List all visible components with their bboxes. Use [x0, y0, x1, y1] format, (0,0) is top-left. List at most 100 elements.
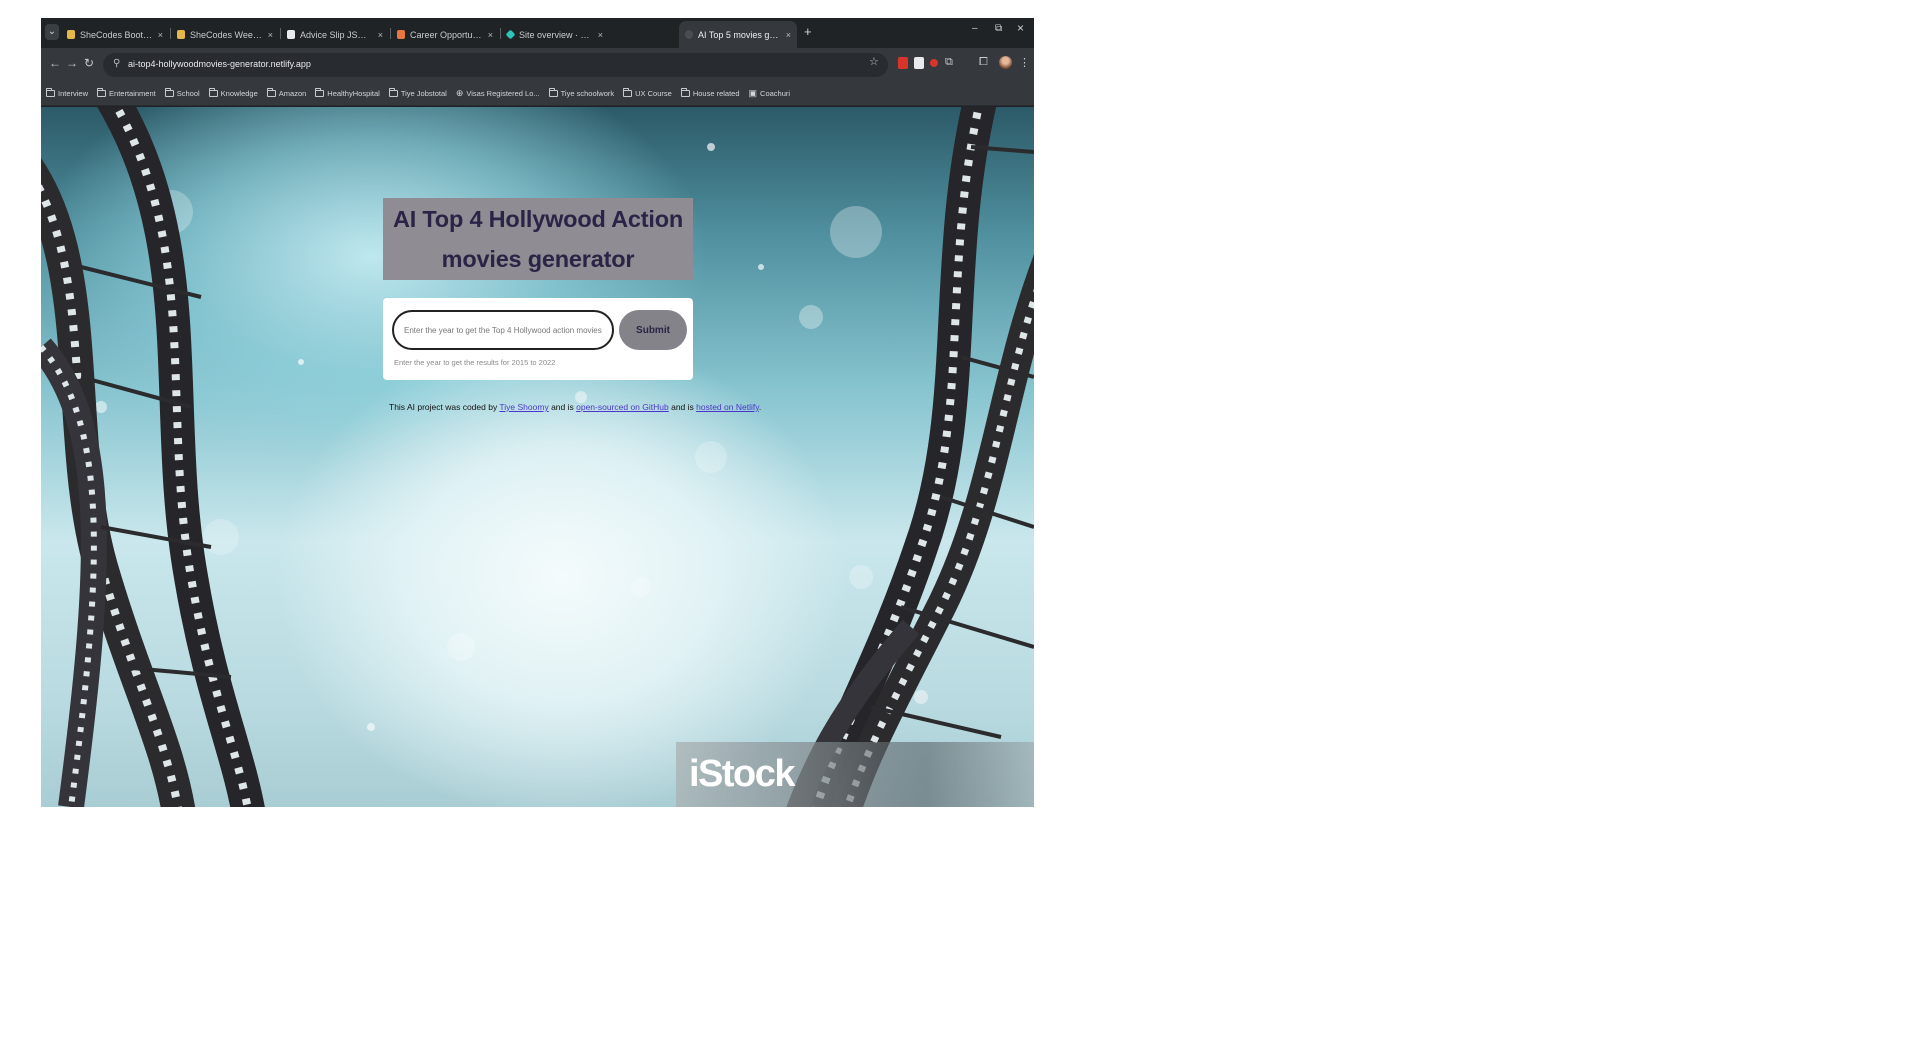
shecodes-favicon-icon [177, 30, 185, 39]
github-link[interactable]: open-sourced on GitHub [576, 402, 669, 412]
right-film-reel [786, 107, 1034, 807]
folder-icon [97, 88, 107, 97]
document-favicon-icon [287, 30, 295, 39]
tab-career-opportunities[interactable]: Career Opportunities | SheCodes × [391, 21, 499, 48]
shecodes-favicon-icon [397, 30, 405, 39]
bookmark-label: HealthyHospital [327, 89, 380, 98]
folder-icon [315, 88, 325, 97]
shecodes-favicon-icon [67, 30, 75, 39]
tab-strip: ⌄ SheCodes Bootcamp | SheCodes × SheCode… [41, 18, 1034, 48]
close-tab-icon[interactable]: × [158, 30, 163, 40]
input-hint: Enter the year to get the results for 20… [394, 358, 556, 367]
credit-middle-2: and is [668, 402, 697, 412]
bookmark-label: UX Course [635, 89, 672, 98]
folder-icon [548, 88, 558, 97]
bookmark-visas[interactable]: ⊕ Visas Registered Lo... [456, 88, 540, 99]
page-title: AI Top 4 Hollywood Action movies generat… [392, 206, 684, 272]
close-tab-icon[interactable]: × [598, 30, 603, 40]
netlify-favicon-icon [505, 29, 516, 40]
bookmark-label: Entertainment [109, 89, 156, 98]
bookmark-label: Tiye Jobstotal [400, 89, 447, 98]
tab-site-overview[interactable]: Site overview · ai-top4-hollywood × [501, 21, 609, 48]
bookmark-label: Visas Registered Lo... [466, 89, 540, 98]
bookmark-knowledge[interactable]: Knowledge [208, 88, 258, 98]
folder-icon [680, 88, 690, 97]
folder-icon [164, 88, 174, 97]
search-form: Submit Enter the year to get the results… [383, 298, 693, 380]
minimize-icon[interactable]: – [972, 23, 978, 34]
bookmark-label: Knowledge [220, 89, 258, 98]
folder-icon [208, 88, 218, 97]
menu-dots-icon[interactable]: ⋮ [1019, 56, 1030, 69]
back-arrow-icon[interactable]: ← [49, 56, 61, 70]
tab-shecodes-week-final[interactable]: SheCodes Week Final Project | SheCodes × [171, 21, 279, 48]
bookmark-amazon[interactable]: Amazon [266, 88, 307, 98]
bookmark-label: Tiye schoolwork [560, 89, 615, 98]
folder-icon [46, 88, 55, 97]
bookmark-interview[interactable]: Interview [46, 88, 89, 98]
bookmark-school[interactable]: School [164, 88, 200, 98]
close-window-icon[interactable]: × [1017, 21, 1024, 35]
browser-window: ⌄ SheCodes Bootcamp | SheCodes × SheCode… [41, 18, 1034, 807]
tab-title: AI Top 5 movies generator [698, 29, 781, 40]
bookmark-label: House related [692, 89, 740, 98]
reload-icon[interactable]: ↻ [84, 56, 94, 70]
tab-title: SheCodes Week Final Project | SheCodes [190, 29, 263, 40]
year-search-input[interactable] [392, 310, 614, 350]
bookmark-star-icon[interactable]: ☆ [869, 55, 879, 68]
bookmark-label: Amazon [278, 89, 307, 98]
bookmark-coachuri[interactable]: ▣ Coachuri [749, 88, 791, 99]
tab-title: Site overview · ai-top4-hollywood [519, 29, 593, 40]
left-film-reel [41, 107, 265, 807]
author-link[interactable]: Tiye Shoomy [499, 402, 548, 412]
tab-title: SheCodes Bootcamp | SheCodes [80, 29, 153, 40]
extension-red-icon[interactable] [898, 57, 908, 69]
credit-middle: and is [548, 402, 577, 412]
app-icon: ▣ [748, 88, 758, 98]
close-tab-icon[interactable]: × [786, 30, 791, 40]
close-tab-icon[interactable]: × [378, 30, 383, 40]
extension-record-icon[interactable] [930, 59, 938, 67]
credit-suffix: . [758, 402, 762, 412]
forward-arrow-icon[interactable]: → [66, 56, 78, 70]
bookmark-tiye-jobstotal[interactable]: Tiye Jobstotal [388, 88, 447, 98]
netlify-link[interactable]: hosted on Netlify [696, 402, 759, 412]
tab-shecodes-bootcamp[interactable]: SheCodes Bootcamp | SheCodes × [61, 21, 169, 48]
istock-watermark: iStock [689, 753, 796, 795]
close-tab-icon[interactable]: × [268, 30, 273, 40]
address-bar[interactable]: ⚲ ai-top4-hollywoodmovies-generator.netl… [103, 53, 888, 77]
credit-prefix: This AI project was coded by [389, 402, 500, 412]
cast-icon[interactable]: ⧠ [979, 56, 988, 69]
extension-document-icon[interactable] [914, 57, 924, 69]
extensions-puzzle-icon[interactable]: ⧉ [945, 56, 953, 69]
restore-icon[interactable]: ⧉ [995, 23, 1002, 34]
bookmark-label: School [176, 89, 200, 98]
submit-button[interactable]: Submit [619, 310, 687, 350]
bookmark-entertainment[interactable]: Entertainment [97, 88, 156, 98]
bookmark-ux-course[interactable]: UX Course [623, 88, 672, 98]
bookmark-tiye-schoolwork[interactable]: Tiye schoolwork [548, 88, 615, 98]
new-tab-button[interactable]: + [804, 24, 812, 40]
folder-icon [266, 88, 276, 97]
bookmark-house-related[interactable]: House related [680, 88, 740, 98]
url-text[interactable]: ai-top4-hollywoodmovies-generator.netlif… [128, 59, 311, 69]
globe-favicon-icon [685, 30, 693, 39]
tab-search-button[interactable]: ⌄ [45, 24, 59, 40]
bookmark-healthyhospital[interactable]: HealthyHospital [315, 88, 380, 98]
globe-icon: ⊕ [455, 88, 464, 98]
tab-title: Career Opportunities | SheCodes [410, 29, 483, 40]
profile-avatar[interactable] [999, 56, 1012, 69]
title-card: AI Top 4 Hollywood Action movies generat… [383, 198, 693, 280]
bookmarks-bar: Interview Entertainment School Knowledge… [41, 82, 1034, 106]
tab-title: Advice Slip JSON API [300, 29, 373, 40]
bookmark-label: Interview [58, 89, 89, 98]
stock-watermark-panel: iStock [676, 742, 1034, 807]
web-page: AI Top 4 Hollywood Action movies generat… [41, 107, 1034, 807]
close-tab-icon[interactable]: × [488, 30, 493, 40]
browser-toolbar: ← → ↻ ⚲ ai-top4-hollywoodmovies-generato… [41, 48, 1034, 82]
site-info-icon[interactable]: ⚲ [113, 58, 120, 69]
bookmark-label: Coachuri [760, 89, 791, 98]
folder-icon [388, 88, 398, 97]
tab-ai-movies-generator[interactable]: AI Top 5 movies generator × [679, 21, 797, 48]
tab-advice-slip[interactable]: Advice Slip JSON API × [281, 21, 389, 48]
